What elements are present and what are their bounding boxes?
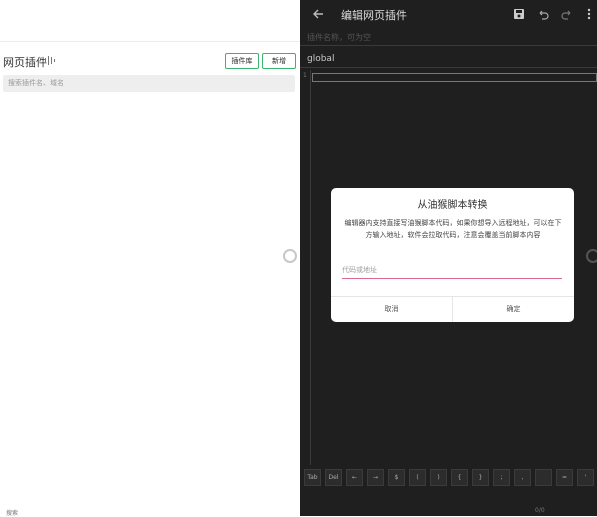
code-or-url-input[interactable]: 代码或地址: [342, 264, 562, 279]
voice-wave-icon: [45, 56, 55, 65]
symbol-keybar: Tab Del ← → $ ( ) { } ; , = ': [304, 469, 597, 487]
plugin-name-input[interactable]: 插件名称，可为空: [307, 32, 371, 43]
header-divider: [0, 41, 300, 42]
redo-icon[interactable]: [561, 8, 573, 20]
plugin-search-input[interactable]: 搜索插件名、域名: [3, 75, 295, 92]
cancel-button[interactable]: 取消: [331, 297, 452, 322]
userscript-convert-dialog: 从油猴脚本转换 编辑器内支持直接写油猴脚本代码，如果你想导入远程地址，可以在下方…: [331, 188, 574, 322]
line-gutter: [300, 70, 311, 465]
editor-title: 编辑网页插件: [341, 9, 407, 22]
confirm-button[interactable]: 确定: [453, 297, 574, 322]
code-editor-area[interactable]: [312, 73, 597, 82]
match-count: 0/0: [535, 507, 545, 514]
key-del[interactable]: Del: [325, 469, 342, 486]
key-quote[interactable]: ': [577, 469, 594, 486]
key-blank[interactable]: [535, 469, 552, 486]
name-divider: [300, 45, 597, 46]
key-open-paren[interactable]: (: [409, 469, 426, 486]
key-left-arrow[interactable]: ←: [346, 469, 363, 486]
plugin-store-button[interactable]: 插件库: [225, 53, 259, 69]
key-right-arrow[interactable]: →: [367, 469, 384, 486]
key-close-brace[interactable]: }: [472, 469, 489, 486]
undo-icon[interactable]: [537, 8, 549, 20]
key-dollar[interactable]: $: [388, 469, 405, 486]
plugin-list-panel: 网页插件 插件库 新增 搜索插件名、域名: [0, 0, 300, 516]
new-plugin-button[interactable]: 新增: [262, 53, 296, 69]
key-close-paren[interactable]: ): [430, 469, 447, 486]
scope-field[interactable]: global: [307, 54, 334, 64]
loading-spinner-icon: [283, 249, 297, 263]
save-icon[interactable]: [513, 8, 525, 20]
scope-divider: [300, 67, 597, 68]
loading-spinner-icon: [586, 249, 597, 263]
dialog-title: 从油猴脚本转换: [417, 200, 488, 211]
key-open-brace[interactable]: {: [451, 469, 468, 486]
key-equals[interactable]: =: [556, 469, 573, 486]
dialog-message: 编辑器内支持直接写油猴脚本代码，如果你想导入远程地址，可以在下方输入地址，软件会…: [344, 219, 562, 239]
key-semicolon[interactable]: ;: [493, 469, 510, 486]
more-menu-icon[interactable]: [583, 8, 595, 20]
back-arrow-icon[interactable]: [312, 8, 324, 20]
key-tab[interactable]: Tab: [304, 469, 321, 486]
page-title: 网页插件: [3, 56, 47, 69]
editor-toolbar: 编辑网页插件: [300, 0, 597, 28]
line-number: 1: [303, 72, 307, 79]
key-comma[interactable]: ,: [514, 469, 531, 486]
